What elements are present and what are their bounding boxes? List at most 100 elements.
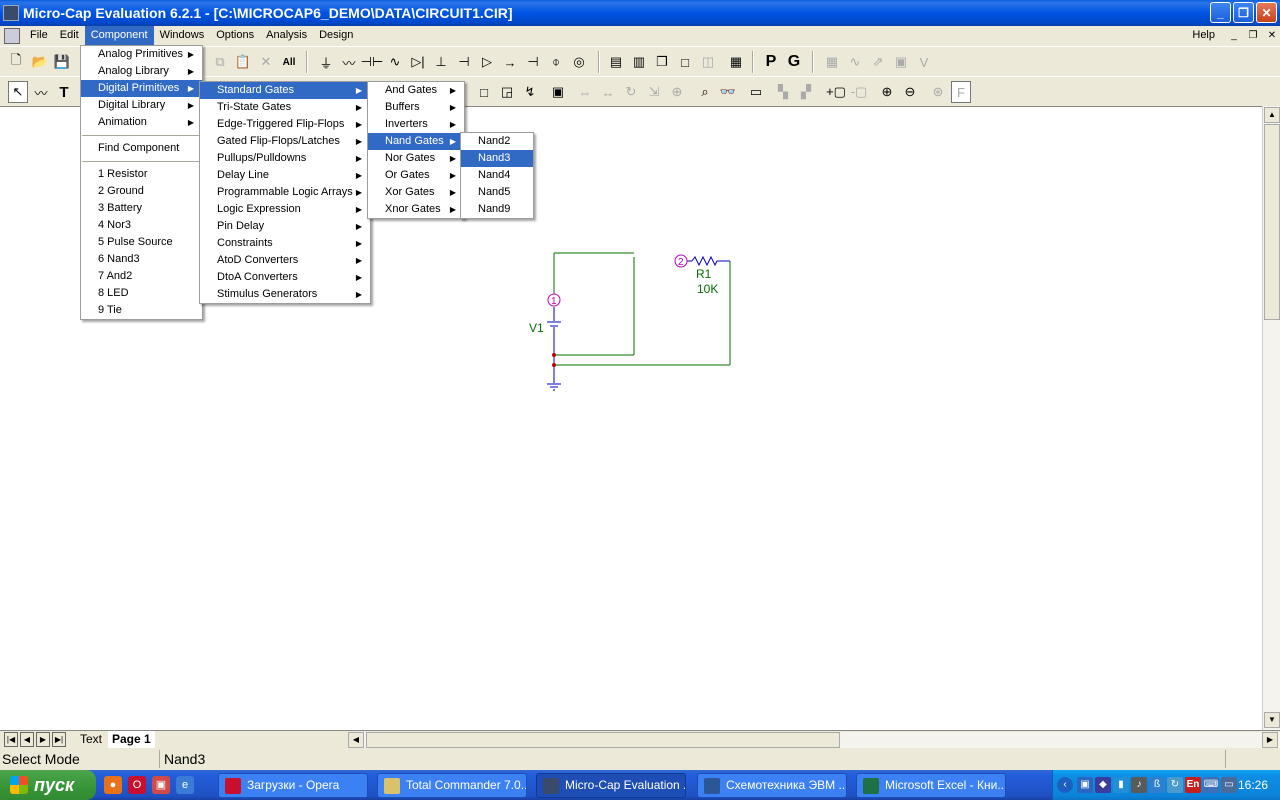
menu-item-recent[interactable]: 7 And2 [81,268,202,285]
menu-item-standard-gates[interactable]: Standard Gates ▶ [200,82,370,99]
remove-page-icon[interactable]: -▢ [849,81,869,103]
opamp-icon[interactable]: ▷ [477,51,497,73]
new-file-icon[interactable]: 🗋 [6,51,26,73]
grid-icon[interactable]: ▦ [822,51,842,73]
voltage-source-icon[interactable]: ◎ [569,51,589,73]
capacitor-icon[interactable]: ⊣⊢ [361,51,384,73]
zoom-in-icon[interactable]: ⊕ [877,81,897,103]
frame-icon[interactable]: ◲ [497,81,517,103]
delete-icon[interactable]: ✕ [256,51,276,73]
rectangle-icon[interactable]: □ [474,81,494,103]
scroll-down-icon[interactable]: ▼ [1264,712,1280,728]
voltage-icon[interactable]: V [914,51,934,73]
menu-item-or-gates[interactable]: Or Gates ▶ [368,167,464,184]
menu-item-and-gates[interactable]: And Gates ▶ [368,82,464,99]
menu-item-recent[interactable]: 3 Battery [81,200,202,217]
copy-icon[interactable]: ⧉ [210,51,230,73]
r1-value[interactable]: 10K [697,282,718,296]
buffer-icon[interactable]: → [500,51,520,73]
menu-item-xor-gates[interactable]: Xor Gates ▶ [368,184,464,201]
transistor-icon[interactable]: ⊣ [454,51,474,73]
paste-icon[interactable]: 📋 [233,51,253,73]
ie-icon[interactable]: e [176,776,194,794]
taskbar-item-excel[interactable]: Microsoft Excel - Кни... [856,773,1006,798]
menu-item-digital-library[interactable]: Digital Library ▶ [81,97,202,114]
menu-file[interactable]: File [24,26,54,45]
menu-item-xnor-gates[interactable]: Xnor Gates ▶ [368,201,464,218]
binoculars-icon[interactable]: 👓 [718,81,738,103]
menu-item-pullups-pulldowns[interactable]: Pullups/Pulldowns ▶ [200,150,370,167]
select-arrow-icon[interactable]: ↖ [8,81,28,103]
diode-icon[interactable]: ▷| [408,51,428,73]
keyboard-icon[interactable]: ⌨ [1203,777,1219,793]
menu-item-atod-converters[interactable]: AtoD Converters ▶ [200,252,370,269]
send-back-icon[interactable]: ▞ [796,81,816,103]
text-mode-icon[interactable]: T [54,81,74,103]
print-icon[interactable]: P [761,51,781,73]
firefox-icon[interactable]: ● [104,776,122,794]
close-button[interactable]: ✕ [1256,2,1277,23]
zoom-out-icon[interactable]: ⊖ [900,81,920,103]
menu-item-stimulus-generators[interactable]: Stimulus Generators ▶ [200,286,370,303]
tab-text[interactable]: Text [76,731,106,748]
last-page-button[interactable]: ▶| [52,732,66,747]
attribute-icon[interactable]: ▣ [548,81,568,103]
maximize-button[interactable]: ❐ [1233,2,1254,23]
select-all-icon[interactable]: All [279,51,299,73]
inductor-icon[interactable]: ⊣ [523,51,543,73]
bluetooth-icon[interactable]: ß [1149,777,1165,793]
menu-component[interactable]: Component [84,26,154,45]
menu-item-recent[interactable]: 9 Tie [81,302,202,319]
next-page-button[interactable]: ▶ [36,732,50,747]
menu-item-nand4[interactable]: Nand4 [461,167,533,184]
taskbar-item-word[interactable]: Схемотехника ЭВМ ... [697,773,847,798]
menu-item-nor-gates[interactable]: Nor Gates ▶ [368,150,464,167]
probe-icon[interactable]: ▣ [891,51,911,73]
cascade-icon[interactable]: ❐ [652,51,672,73]
tile-horizontal-icon[interactable]: ▤ [606,51,626,73]
tile-vertical-icon[interactable]: ▥ [629,51,649,73]
app-icon[interactable] [3,5,19,21]
app-icon-red[interactable]: ▣ [152,776,170,794]
menu-item-digital-primitives[interactable]: Digital Primitives ▶ [81,80,202,97]
fit-icon[interactable]: ⊛ [928,81,948,103]
first-page-button[interactable]: |◀ [4,732,18,747]
opera-icon[interactable]: O [128,776,146,794]
document-icon[interactable] [4,27,20,44]
mdi-close-button[interactable]: ✕ [1264,29,1280,43]
window-split-icon[interactable]: ◫ [698,51,718,73]
scroll-left-icon[interactable]: ◀ [348,732,364,748]
menu-item-recent[interactable]: 1 Resistor [81,166,202,183]
save-icon[interactable]: 💾 [52,51,72,73]
menu-item-recent[interactable]: 5 Pulse Source [81,234,202,251]
network-icon[interactable]: ▣ [1077,777,1093,793]
wire-mode-icon[interactable]: 〰 [31,81,51,103]
menu-item-find-component[interactable]: Find Component [81,140,202,157]
hscroll-thumb[interactable] [366,732,840,748]
menu-edit[interactable]: Edit [54,26,85,45]
mirror-icon[interactable]: ⇔ [575,81,595,103]
menu-windows[interactable]: Windows [154,26,211,45]
menu-help[interactable]: Help [1184,26,1223,45]
menu-options[interactable]: Options [210,26,260,45]
function-icon[interactable]: F [951,81,971,103]
chevron-left-icon[interactable]: ‹ [1057,777,1073,793]
menu-item-delay-line[interactable]: Delay Line ▶ [200,167,370,184]
menu-item-gated-flip-flops[interactable]: Gated Flip-Flops/Latches ▶ [200,133,370,150]
taskbar-item-total-commander[interactable]: Total Commander 7.0... [377,773,527,798]
update-icon[interactable]: ↻ [1167,777,1183,793]
open-folder-icon[interactable]: 📂 [30,51,50,73]
add-page-icon[interactable]: +▢ [826,81,846,103]
menu-item-recent[interactable]: 8 LED [81,285,202,302]
menu-item-nand-gates[interactable]: Nand Gates ▶ [368,133,464,150]
prev-page-button[interactable]: ◀ [20,732,34,747]
menu-item-recent[interactable]: 2 Ground [81,183,202,200]
current-source-icon[interactable]: ⌽ [546,51,566,73]
menu-item-logic-expression[interactable]: Logic Expression ▶ [200,201,370,218]
speaker-icon[interactable]: ♪ [1131,777,1147,793]
tab-page-1[interactable]: Page 1 [108,731,155,748]
menu-item-recent[interactable]: 4 Nor3 [81,217,202,234]
taskbar-item-microcap[interactable]: Micro-Cap Evaluation ... [536,773,686,798]
v1-label[interactable]: V1 [529,321,544,335]
graph-icon[interactable]: G [784,51,804,73]
